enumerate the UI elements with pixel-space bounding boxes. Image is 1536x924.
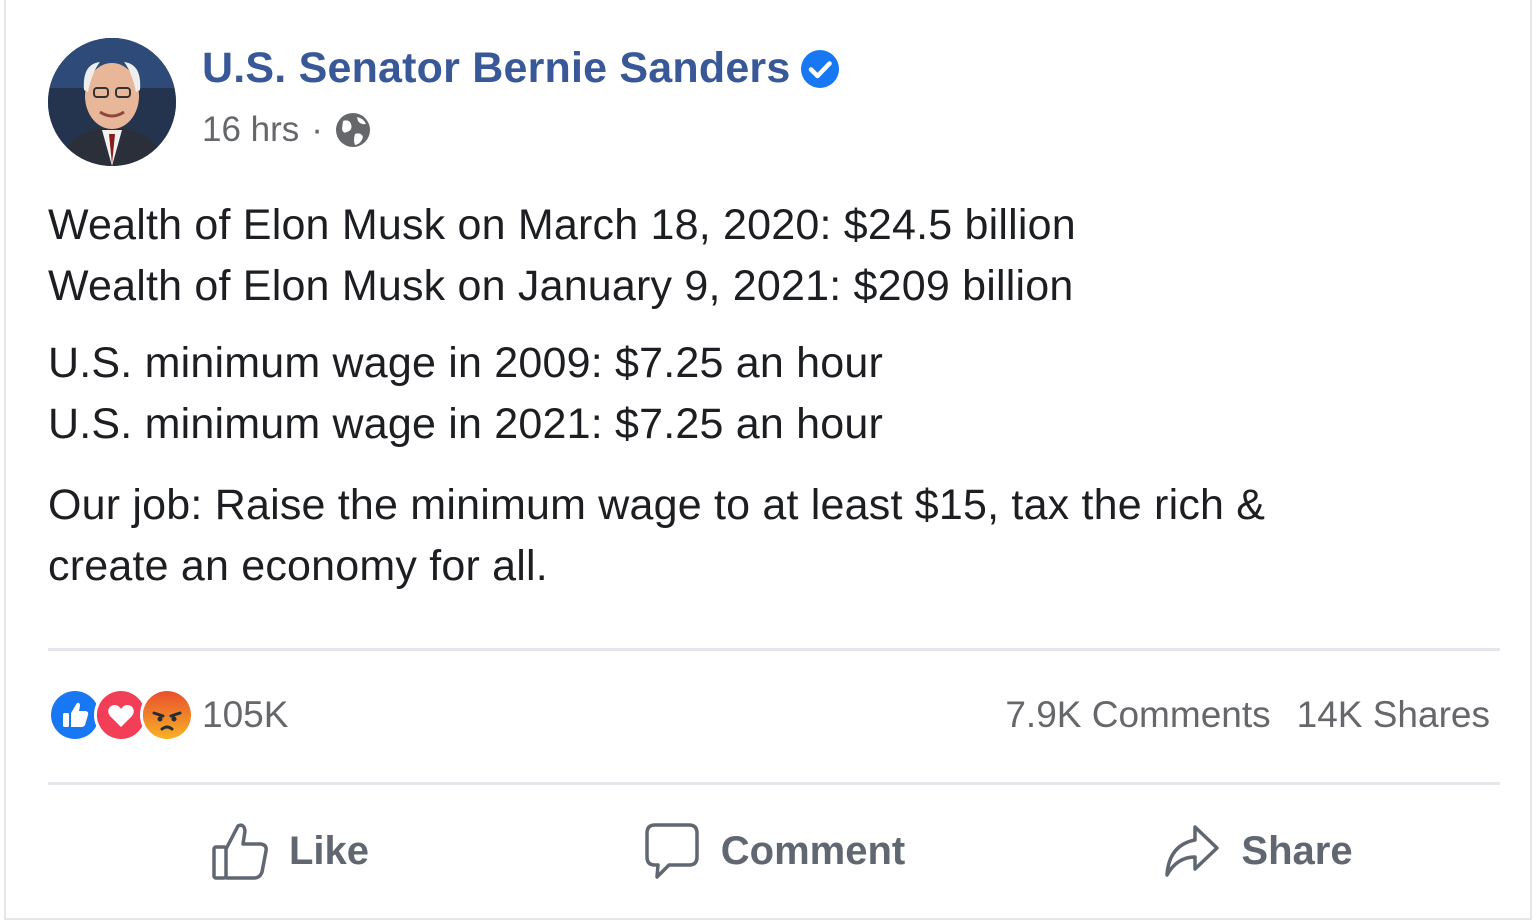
comments-count[interactable]: 7.9K Comments — [1005, 694, 1270, 736]
thumbs-up-icon — [212, 823, 268, 880]
like-button-label: Like — [288, 828, 370, 873]
post-line: U.S. minimum wage in 2021: $7.25 an hour — [48, 400, 884, 448]
divider — [48, 648, 1500, 651]
post-line: create an economy for all. — [48, 542, 548, 590]
share-button-label: Share — [1241, 828, 1353, 873]
post-text: Wealth of Elon Musk on March 18, 2020: $… — [48, 195, 1508, 597]
post-line: Our job: Raise the minimum wage to at le… — [48, 481, 1266, 529]
shares-count[interactable]: 14K Shares — [1297, 694, 1490, 736]
avatar[interactable] — [48, 38, 176, 166]
like-button[interactable]: Like — [48, 806, 532, 896]
author-name[interactable]: U.S. Senator Bernie Sanders — [202, 44, 840, 93]
comment-icon — [645, 823, 699, 879]
verified-badge-icon — [800, 49, 840, 89]
reactions-count[interactable]: 105K — [202, 694, 288, 736]
post-line: Wealth of Elon Musk on January 9, 2021: … — [48, 262, 1074, 310]
post-meta: 16 hrs · — [202, 110, 373, 150]
post-line: U.S. minimum wage in 2009: $7.25 an hour — [48, 339, 884, 387]
avatar-photo — [48, 38, 176, 166]
post-card: U.S. Senator Bernie Sanders 16 hrs · Wea… — [4, 0, 1532, 920]
share-button[interactable]: Share — [1016, 806, 1500, 896]
comment-button[interactable]: Comment — [532, 806, 1016, 896]
divider — [48, 782, 1500, 785]
angry-icon — [140, 688, 194, 742]
globe-icon[interactable] — [333, 110, 373, 150]
reactions-summary[interactable]: 105K — [48, 688, 288, 742]
author-name-text[interactable]: U.S. Senator Bernie Sanders — [202, 44, 790, 93]
comment-button-label: Comment — [720, 828, 906, 873]
meta-separator: · — [311, 110, 323, 149]
engagement-stats: 7.9K Comments 14K Shares — [1005, 694, 1490, 736]
action-bar: Like Comment Share — [48, 806, 1500, 896]
post-line: Wealth of Elon Musk on March 18, 2020: $… — [48, 201, 1076, 249]
share-icon — [1165, 825, 1220, 877]
post-timestamp[interactable]: 16 hrs — [202, 110, 299, 150]
